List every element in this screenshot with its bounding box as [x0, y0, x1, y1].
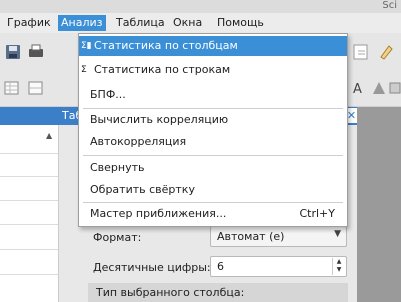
column-type-label: Тип выбранного столбца:	[96, 286, 245, 299]
triangle-icon[interactable]	[370, 79, 388, 97]
matrix-icon[interactable]	[27, 79, 45, 97]
shape-icon[interactable]	[388, 79, 401, 97]
menu-separator	[83, 108, 343, 109]
font-icon[interactable]: A	[350, 79, 368, 97]
menu-table[interactable]: Таблица	[113, 15, 168, 31]
list-divider	[0, 153, 58, 154]
menu-item-correlation[interactable]: Вычислить корреляцию	[79, 110, 347, 130]
decimals-spinbox[interactable]: 6 ▲ ▼	[210, 256, 347, 277]
menu-separator	[83, 155, 343, 156]
window-titlebar: Sci	[0, 0, 401, 13]
row-stats-icon: Σ	[81, 65, 87, 75]
column-stats-icon: Σ▮	[81, 41, 92, 51]
menu-graph[interactable]: График	[4, 15, 54, 31]
save-icon[interactable]	[4, 43, 22, 61]
format-value: Автомат (e)	[217, 230, 285, 243]
list-divider	[0, 274, 58, 275]
format-select[interactable]: Автомат (e) ▼	[210, 226, 347, 247]
menu-item-column-stats[interactable]: Σ▮ Статистика по столбцам	[79, 36, 347, 56]
menu-item-row-stats[interactable]: Σ Статистика по строкам	[79, 60, 347, 80]
menu-item-fft[interactable]: БПФ...	[79, 85, 347, 105]
menu-analysis[interactable]: Анализ	[58, 15, 106, 31]
list-divider	[0, 176, 58, 177]
menu-item-deconvolve[interactable]: Обратить свёртку	[79, 180, 347, 200]
chevron-down-icon: ▼	[334, 229, 341, 239]
scroll-up-icon[interactable]: ▲	[46, 131, 56, 141]
list-divider	[0, 224, 58, 225]
list-divider	[0, 200, 58, 201]
svg-text:A: A	[353, 82, 362, 97]
menu-item-fit-wizard[interactable]: Мастер приближения... Ctrl+Y	[79, 204, 347, 224]
edit-icon[interactable]	[352, 43, 370, 61]
list-divider	[0, 249, 58, 250]
window-title: Sci	[382, 0, 397, 11]
menu-windows[interactable]: Окна	[170, 15, 205, 31]
menu-item-autocorrelation[interactable]: Автокорреляция	[79, 132, 347, 152]
spin-arrows-icon[interactable]: ▲ ▼	[332, 258, 345, 275]
decimals-value: 6	[217, 260, 224, 273]
pencil-icon[interactable]	[377, 43, 395, 61]
menu-item-convolve[interactable]: Свернуть	[79, 158, 347, 178]
menu-help[interactable]: Помощь	[214, 15, 267, 31]
menubar: График Анализ Таблица Окна Помощь	[0, 13, 401, 33]
analysis-menu: Σ▮ Статистика по столбцам Σ Статистика п…	[78, 33, 348, 227]
menu-shortcut: Ctrl+Y	[299, 207, 335, 220]
menu-separator	[83, 202, 343, 203]
background-area	[357, 107, 401, 302]
print-icon[interactable]	[27, 43, 45, 61]
format-label: Формат:	[93, 231, 142, 244]
table-icon[interactable]	[3, 79, 21, 97]
column-type-group: Тип выбранного столбца:	[88, 283, 348, 302]
decimals-label: Десятичные цифры:	[93, 261, 211, 274]
column-list[interactable]	[0, 125, 59, 302]
